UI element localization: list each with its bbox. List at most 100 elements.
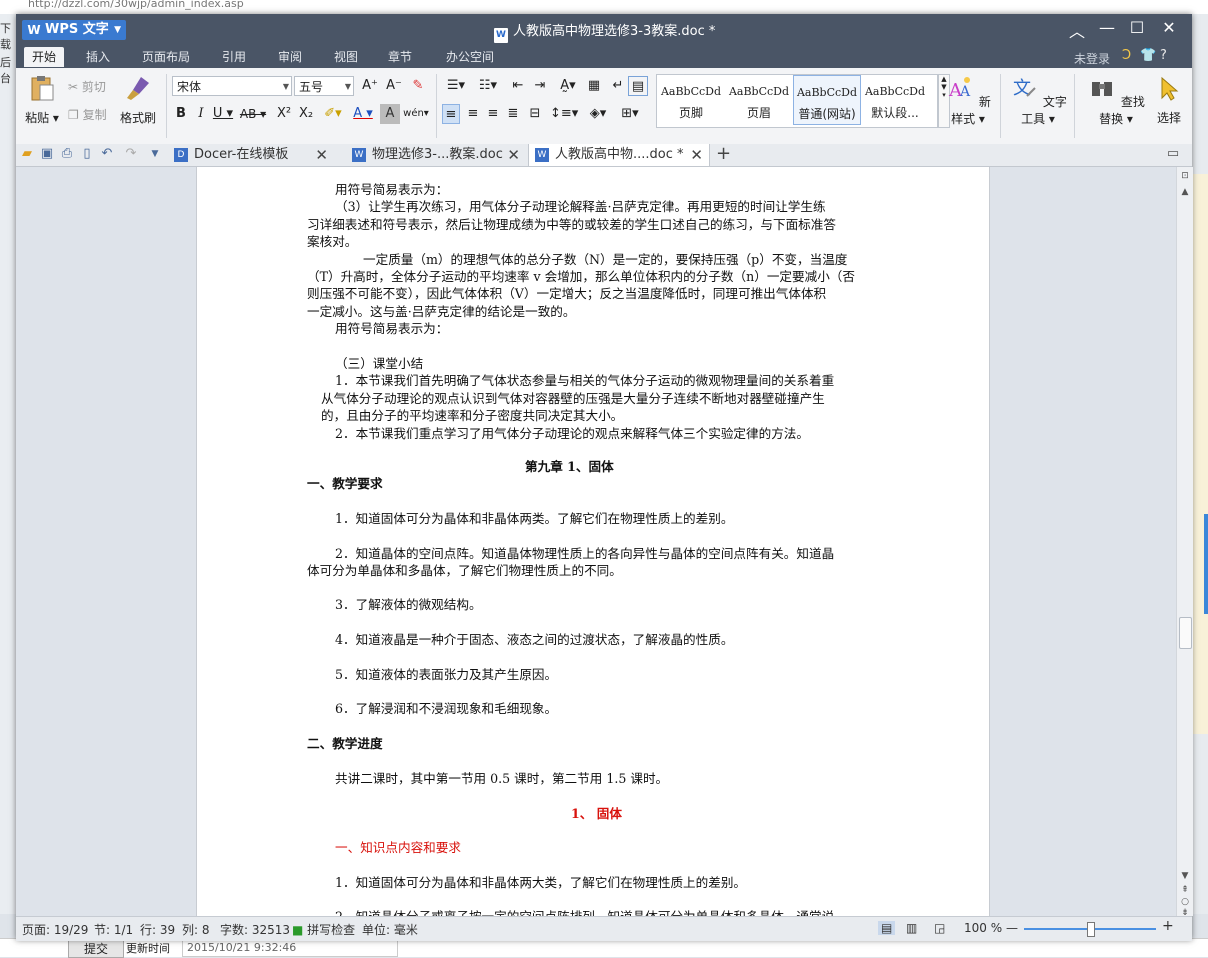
text-tools-button[interactable]: 文 文字工具 ▾ (1008, 74, 1068, 127)
bold-button[interactable]: B (172, 104, 190, 124)
app-menu-button[interactable]: W WPS 文字 ▼ (22, 20, 126, 40)
table-icon[interactable]: ▦ (584, 76, 604, 96)
menu-review[interactable]: 审阅 (270, 47, 310, 67)
text-direction-button[interactable]: A̰▾ (554, 76, 582, 96)
scroll-thumb[interactable] (1179, 617, 1192, 649)
bullet-list-button[interactable]: ☰▾ (442, 76, 470, 96)
prev-page-icon[interactable]: ⇞ (1177, 885, 1193, 895)
page-nav-icon[interactable]: ⊡ (1177, 171, 1193, 181)
align-center-button[interactable]: ≡ (464, 104, 482, 124)
grow-font-button[interactable]: A⁺ (360, 76, 380, 96)
tab-current-document[interactable]: W 人教版高中物....doc * ✕ (528, 144, 710, 166)
menu-home[interactable]: 开始 (24, 47, 65, 67)
login-status[interactable]: 未登录 (1074, 50, 1110, 67)
print-icon[interactable]: ⎙ (60, 147, 74, 161)
copy-button[interactable]: ❐ 复制 (68, 106, 107, 123)
menu-insert[interactable]: 插入 (78, 47, 118, 67)
menu-chapter[interactable]: 章节 (380, 47, 420, 67)
tab-physics-elective[interactable]: W 物理选修3-...教案.doc ✕ (346, 144, 526, 166)
tab-docer-templates[interactable]: D Docer-在线模板 ✕ (168, 144, 334, 166)
paragraph-mark-button[interactable]: ↵ (608, 76, 628, 96)
open-folder-icon[interactable]: ▰ (20, 147, 34, 161)
shrink-font-button[interactable]: A⁻ (384, 76, 404, 96)
close-button[interactable]: ✕ (1154, 18, 1184, 37)
distributed-button[interactable]: ⊟ (526, 104, 544, 124)
align-right-button[interactable]: ≡ (484, 104, 502, 124)
style-gallery[interactable]: AaBbCcDd 页脚 AaBbCcDd 页眉 AaBbCcDd 普通(网站) … (656, 74, 938, 128)
print-preview-icon[interactable]: ▯ (80, 147, 94, 161)
document-text[interactable]: 用符号简易表示为： （3）让学生再次练习，用气体分子动理论解释盖·吕萨克定律。再用… (307, 167, 892, 916)
tab-list-icon[interactable]: ▭ (1166, 147, 1180, 161)
menu-page-layout[interactable]: 页面布局 (134, 47, 198, 67)
cut-button[interactable]: ✂ 剪切 (68, 78, 106, 95)
menu-references[interactable]: 引用 (214, 47, 254, 67)
underline-button[interactable]: U ▾ (212, 104, 234, 124)
status-bar: 页面: 19/29 节: 1/1 行: 39 列: 8 字数: 32513 ■ … (16, 916, 1192, 941)
increase-indent-button[interactable]: ⇥ (530, 76, 550, 96)
numbered-list-button[interactable]: ☷▾ (474, 76, 502, 96)
update-time-field[interactable]: 2015/10/21 9:32:46 (182, 940, 398, 957)
page-setup-icon[interactable]: ▤ (628, 76, 648, 96)
align-left-button[interactable]: ≡ (442, 104, 460, 124)
shading-button[interactable]: ◈▾ (584, 104, 612, 124)
side-panel-handle[interactable] (1204, 514, 1208, 614)
select-button[interactable]: 选择 (1154, 74, 1184, 126)
zoom-level[interactable]: 100 % (964, 921, 1002, 935)
shirt-icon[interactable]: 👕 (1140, 48, 1156, 63)
zoom-in-button[interactable]: + (1162, 918, 1174, 934)
spellcheck-toggle[interactable]: ■ 拼写检查 (292, 921, 355, 938)
help-button[interactable]: ? (1160, 48, 1167, 63)
new-tab-button[interactable]: + (716, 144, 731, 164)
close-icon[interactable]: ✕ (690, 144, 703, 166)
page-view-icon[interactable]: ▤ (878, 921, 896, 935)
subscript-button[interactable]: X₂ (296, 104, 316, 124)
font-color-button[interactable]: A ▾ (350, 104, 376, 124)
justify-button[interactable]: ≣ (504, 104, 522, 124)
style-footer[interactable]: AaBbCcDd 页脚 (657, 75, 725, 125)
italic-button[interactable]: I (192, 104, 210, 124)
font-name-select[interactable]: 宋体 ▼ (172, 76, 292, 96)
web-view-icon[interactable]: ◲ (934, 921, 945, 935)
phonetic-guide-button[interactable]: wén▾ (402, 104, 430, 124)
browse-object-icon[interactable]: ○ (1177, 897, 1193, 907)
outline-view-icon[interactable]: ▥ (906, 921, 917, 935)
superscript-button[interactable]: X² (274, 104, 294, 124)
vertical-scrollbar[interactable]: ⊡ ▲ ▼ ⇞ ○ ⇟ (1176, 167, 1193, 918)
style-default-paragraph[interactable]: AaBbCcDd 默认段... (861, 75, 929, 125)
status-word-count[interactable]: 字数: 32513 (220, 921, 290, 938)
line-spacing-button[interactable]: ↕≡▾ (550, 104, 578, 124)
submit-button[interactable]: 提交 (68, 940, 124, 958)
skin-icon[interactable]: Ↄ (1122, 48, 1131, 63)
scroll-down-arrow[interactable]: ▼ (1177, 871, 1193, 881)
minimize-button[interactable]: — (1092, 18, 1122, 37)
status-page[interactable]: 页面: 19/29 (22, 921, 88, 938)
maximize-button[interactable]: ☐ (1122, 18, 1152, 37)
strikethrough-button[interactable]: AB ▾ (238, 104, 268, 124)
paste-button[interactable]: 粘贴 ▾ (22, 74, 62, 126)
menu-view[interactable]: 视图 (326, 47, 366, 67)
scroll-up-arrow[interactable]: ▲ (1177, 187, 1193, 197)
char-shading-button[interactable]: A (380, 104, 400, 124)
save-icon[interactable]: ▣ (40, 147, 54, 161)
close-icon[interactable]: ✕ (315, 144, 328, 166)
clear-format-icon[interactable]: ✎ (408, 76, 428, 96)
find-replace-button[interactable]: 查找替换 ▾ (1084, 74, 1148, 127)
customize-toolbar-icon[interactable]: ▼ (148, 147, 162, 161)
decrease-indent-button[interactable]: ⇤ (508, 76, 528, 96)
new-style-button[interactable]: AA 新样式 ▾ (944, 74, 992, 127)
border-button[interactable]: ⊞▾ (616, 104, 644, 124)
font-size-select[interactable]: 五号 ▼ (294, 76, 354, 96)
ribbon-collapse-button[interactable]: ︿ (1062, 18, 1092, 42)
document-page[interactable]: 用符号简易表示为： （3）让学生再次练习，用气体分子动理论解释盖·吕萨克定律。再用… (196, 167, 990, 916)
requirement-item: 6．了解浸润和不浸润现象和毛细现象。 (335, 701, 558, 716)
zoom-slider-thumb[interactable] (1087, 922, 1095, 937)
zoom-out-button[interactable]: — (1006, 921, 1018, 935)
redo-icon[interactable]: ↷ (124, 147, 138, 161)
highlight-icon[interactable]: ✐▾ (320, 104, 346, 124)
menu-office-space[interactable]: 办公空间 (438, 47, 502, 67)
close-icon[interactable]: ✕ (507, 144, 520, 166)
undo-icon[interactable]: ↶ (100, 147, 114, 161)
style-header[interactable]: AaBbCcDd 页眉 (725, 75, 793, 125)
style-normal-web[interactable]: AaBbCcDd 普通(网站) (793, 75, 861, 125)
format-painter-button[interactable]: 格式刷 (116, 74, 160, 126)
